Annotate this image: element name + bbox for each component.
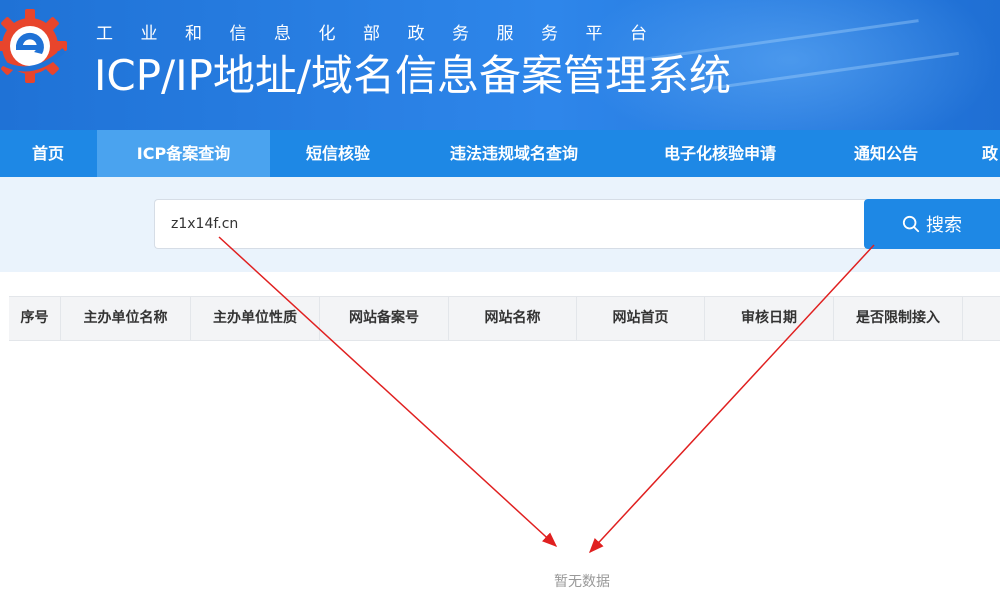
column-header-site-name: 网站名称 <box>449 297 577 340</box>
page-title: ICP/IP地址/域名信息备案管理系统 <box>94 51 732 100</box>
column-header-site-homepage: 网站首页 <box>577 297 705 340</box>
ministry-logo-icon <box>0 9 67 83</box>
column-header-review-date: 审核日期 <box>705 297 834 340</box>
main-nav: 首页 ICP备案查询 短信核验 违法违规域名查询 电子化核验申请 通知公告 政 <box>0 130 1000 177</box>
search-button[interactable]: 搜索 <box>864 199 1000 249</box>
empty-state-text: 暂无数据 <box>554 574 610 590</box>
nav-item-electronic-verify[interactable]: 电子化核验申请 <box>630 130 810 177</box>
search-input[interactable] <box>154 199 866 249</box>
column-header-access-restricted: 是否限制接入 <box>834 297 963 340</box>
nav-item-sms-verify[interactable]: 短信核验 <box>280 130 396 177</box>
column-header-license-number: 网站备案号 <box>320 297 449 340</box>
results-table-header: 序号 主办单位名称 主办单位性质 网站备案号 网站名称 网站首页 审核日期 是否… <box>9 296 1000 341</box>
nav-item-home[interactable]: 首页 <box>0 130 96 177</box>
column-header-index: 序号 <box>9 297 61 340</box>
nav-item-illegal-domain-query[interactable]: 违法违规域名查询 <box>410 130 618 177</box>
results-table-body <box>9 341 1000 612</box>
nav-item-icp-query[interactable]: ICP备案查询 <box>97 130 270 177</box>
column-header-organizer-name: 主办单位名称 <box>61 297 191 340</box>
search-icon <box>902 215 920 233</box>
site-header: 工业和信息化部政务服务平台 ICP/IP地址/域名信息备案管理系统 <box>0 0 1000 130</box>
header-subtitle: 工业和信息化部政务服务平台 <box>96 24 675 44</box>
nav-item-notices[interactable]: 通知公告 <box>826 130 946 177</box>
search-button-label: 搜索 <box>926 215 962 236</box>
column-header-organizer-type: 主办单位性质 <box>191 297 320 340</box>
nav-item-more[interactable]: 政 <box>982 130 1000 177</box>
